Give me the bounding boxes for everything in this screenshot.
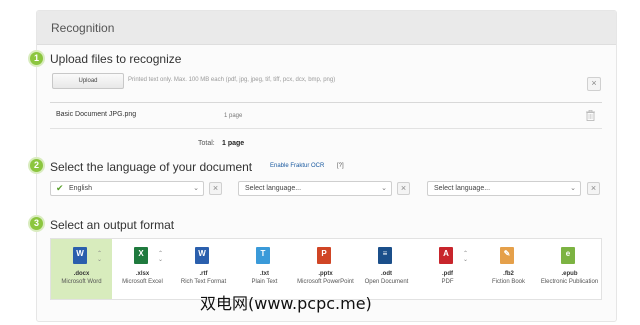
format-ext: .xlsx bbox=[135, 271, 150, 277]
format-ext: .txt bbox=[260, 271, 269, 277]
language-select-3[interactable]: Select language... ⌄ bbox=[427, 181, 581, 196]
check-icon: ✔ bbox=[56, 183, 64, 193]
watermark: 双电网(www.pcpc.me) bbox=[200, 294, 372, 313]
format-docx[interactable]: W ⌃ ⌄ .docx Microsoft Word bbox=[51, 239, 112, 299]
file-row: Basic Document JPG.png 1 page bbox=[50, 102, 602, 129]
word-icon: W bbox=[73, 247, 87, 264]
clear-language-3[interactable]: × bbox=[587, 182, 600, 195]
format-ext: .epub bbox=[561, 271, 578, 277]
step-3-badge: 3 bbox=[28, 215, 45, 232]
pdf-icon: A bbox=[439, 247, 453, 264]
format-ext: .odt bbox=[381, 271, 392, 277]
powerpoint-icon: P bbox=[317, 247, 331, 264]
format-name: Microsoft PowerPoint bbox=[297, 279, 354, 285]
format-ext: .pptx bbox=[318, 271, 333, 277]
format-ext: .rtf bbox=[199, 271, 208, 277]
upload-button[interactable]: Upload bbox=[52, 73, 124, 89]
language-select-1[interactable]: ✔ English ⌄ bbox=[50, 181, 204, 196]
format-name: Microsoft Word bbox=[61, 279, 102, 285]
epub-icon: e bbox=[561, 247, 575, 264]
format-ext: .fb2 bbox=[503, 271, 514, 277]
format-ext: .pdf bbox=[442, 271, 453, 277]
panel-title: Recognition bbox=[51, 21, 115, 35]
file-pages: 1 page bbox=[224, 113, 243, 119]
format-name: PDF bbox=[441, 279, 454, 285]
format-pdf[interactable]: A ⌃ ⌄ .pdf PDF bbox=[417, 239, 478, 299]
format-options-spinner[interactable]: ⌃ ⌄ bbox=[97, 251, 102, 263]
format-fb2[interactable]: ✎ .fb2 Fiction Book bbox=[478, 239, 539, 299]
format-name: Microsoft Excel bbox=[122, 279, 163, 285]
language-select-2[interactable]: Select language... ⌄ bbox=[238, 181, 392, 196]
step-3-title: Select an output format bbox=[50, 218, 175, 232]
format-name: Electronic Publication bbox=[540, 279, 599, 285]
language-select-2-placeholder: Select language... bbox=[245, 185, 302, 192]
chevron-down-icon: ⌄ bbox=[381, 185, 387, 192]
language-select-1-value: English bbox=[69, 185, 92, 192]
language-select-3-placeholder: Select language... bbox=[434, 185, 491, 192]
fb2-icon: ✎ bbox=[500, 247, 514, 264]
format-name: Plain Text bbox=[251, 279, 278, 285]
format-name: Fiction Book bbox=[491, 279, 525, 285]
total-label: Total: bbox=[198, 140, 215, 147]
format-options-spinner[interactable]: ⌃ ⌄ bbox=[158, 251, 163, 263]
format-ext: .docx bbox=[73, 271, 90, 277]
file-name: Basic Document JPG.png bbox=[56, 111, 137, 118]
fraktur-help[interactable]: [?] bbox=[337, 163, 344, 169]
page: Recognition 1 Upload files to recognize … bbox=[0, 0, 640, 325]
chevron-down-icon: ⌄ bbox=[193, 185, 199, 192]
step-1-badge: 1 bbox=[28, 50, 45, 67]
format-options-spinner[interactable]: ⌃ ⌄ bbox=[463, 251, 468, 263]
upload-hint: Printed text only. Max. 100 MB each (pdf… bbox=[128, 77, 336, 83]
step-1-title: Upload files to recognize bbox=[50, 52, 182, 66]
format-name: Rich Text Format bbox=[180, 279, 227, 285]
chevron-down-icon: ⌄ bbox=[570, 185, 576, 192]
step-2-title: Select the language of your document bbox=[50, 160, 253, 174]
format-epub[interactable]: e .epub Electronic Publication bbox=[539, 239, 600, 299]
word-icon: W bbox=[195, 247, 209, 264]
total-value: 1 page bbox=[222, 140, 245, 147]
panel-header: Recognition bbox=[37, 11, 616, 45]
trash-icon[interactable] bbox=[586, 110, 595, 121]
format-name: Open Document bbox=[364, 279, 409, 285]
odt-icon: ≡ bbox=[378, 247, 392, 264]
step-2-badge: 2 bbox=[28, 157, 45, 174]
clear-language-1[interactable]: × bbox=[209, 182, 222, 195]
excel-icon: X bbox=[134, 247, 148, 264]
fraktur-link[interactable]: Enable Fraktur OCR bbox=[270, 163, 324, 169]
text-icon: T bbox=[256, 247, 270, 264]
clear-files-button[interactable]: × bbox=[587, 77, 601, 91]
clear-language-2[interactable]: × bbox=[397, 182, 410, 195]
format-xlsx[interactable]: X ⌃ ⌄ .xlsx Microsoft Excel bbox=[112, 239, 173, 299]
